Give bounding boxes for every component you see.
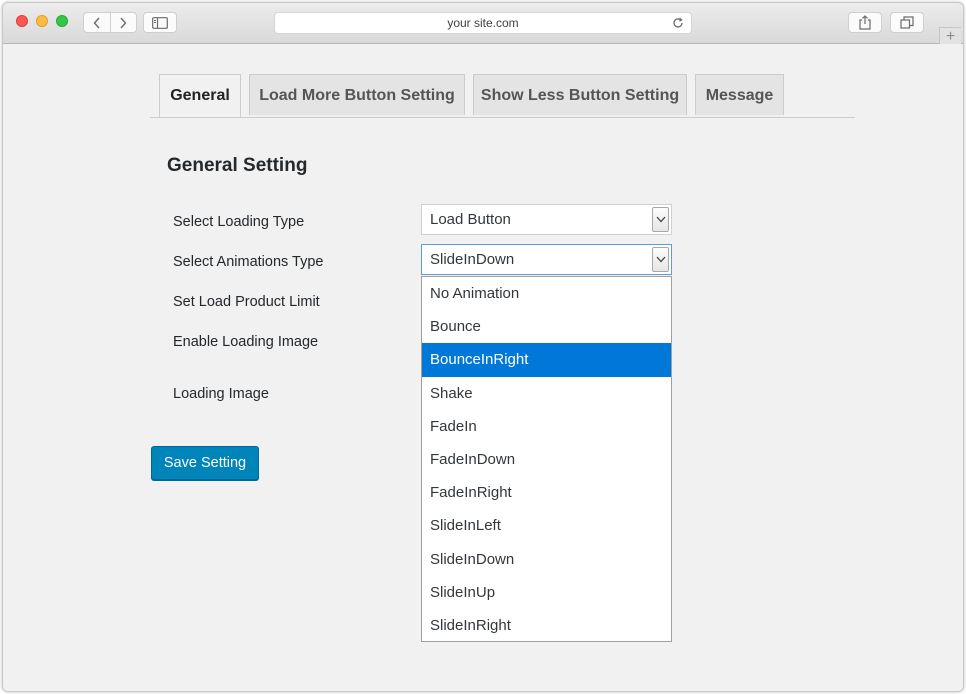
settings-tab-bar: General Load More Button Setting Show Le…: [150, 74, 855, 118]
loading-type-select[interactable]: Load Button: [421, 204, 672, 235]
sidebar-toggle-button[interactable]: [143, 12, 177, 33]
sidebar-icon: [152, 16, 168, 29]
plus-icon: +: [945, 28, 956, 45]
animation-type-select[interactable]: SlideInDown: [421, 244, 672, 275]
dropdown-option[interactable]: FadeInDown: [422, 443, 671, 476]
dropdown-option[interactable]: No Animation: [422, 277, 671, 310]
navigation-buttons: [83, 12, 137, 33]
animation-type-value: SlideInDown: [430, 251, 515, 268]
back-button[interactable]: [84, 13, 110, 32]
save-setting-button[interactable]: Save Setting: [151, 446, 259, 480]
share-icon: [859, 15, 871, 30]
address-bar[interactable]: your site.com: [274, 12, 692, 34]
chevron-down-icon: [656, 216, 665, 223]
dropdown-option[interactable]: FadeIn: [422, 410, 671, 443]
share-button[interactable]: [848, 12, 882, 33]
close-window-button[interactable]: [16, 15, 28, 27]
loading-image-label: Loading Image: [173, 386, 269, 402]
product-limit-label: Set Load Product Limit: [173, 294, 320, 310]
chevron-left-icon: [93, 17, 100, 28]
browser-window: your site.com + General Load More Button…: [2, 2, 964, 692]
dropdown-option[interactable]: Bounce: [422, 310, 671, 343]
new-tab-button[interactable]: +: [939, 27, 961, 45]
tab-message[interactable]: Message: [695, 74, 784, 115]
enable-loading-image-label: Enable Loading Image: [173, 334, 319, 350]
animation-type-select-arrow[interactable]: [652, 247, 669, 272]
tabs-overview-icon: [900, 16, 914, 29]
forward-button[interactable]: [111, 13, 137, 32]
loading-type-value: Load Button: [430, 211, 511, 228]
browser-toolbar: your site.com +: [3, 3, 963, 45]
tab-show-less-button-setting[interactable]: Show Less Button Setting: [473, 74, 687, 115]
dropdown-option[interactable]: SlideInLeft: [422, 509, 671, 542]
dropdown-option[interactable]: Shake: [422, 377, 671, 410]
dropdown-option[interactable]: SlideInUp: [422, 576, 671, 609]
animation-type-label: Select Animations Type: [173, 254, 324, 270]
animation-type-dropdown: No Animation Bounce BounceInRight Shake …: [421, 276, 672, 642]
dropdown-option-highlighted[interactable]: BounceInRight: [422, 343, 671, 377]
reload-icon[interactable]: [671, 16, 685, 30]
url-text: your site.com: [447, 16, 519, 30]
tab-load-more-button-setting[interactable]: Load More Button Setting: [249, 74, 465, 115]
dropdown-option[interactable]: SlideInRight: [422, 609, 671, 642]
tab-general[interactable]: General: [159, 74, 241, 117]
chevron-down-icon: [656, 256, 665, 263]
show-tabs-button[interactable]: [890, 12, 924, 33]
chevron-right-icon: [120, 17, 127, 28]
section-title: General Setting: [167, 155, 308, 176]
loading-type-label: Select Loading Type: [173, 214, 305, 230]
maximize-window-button[interactable]: [56, 15, 68, 27]
minimize-window-button[interactable]: [36, 15, 48, 27]
loading-type-select-arrow[interactable]: [652, 207, 669, 232]
dropdown-option[interactable]: FadeInRight: [422, 476, 671, 509]
dropdown-option[interactable]: SlideInDown: [422, 543, 671, 576]
